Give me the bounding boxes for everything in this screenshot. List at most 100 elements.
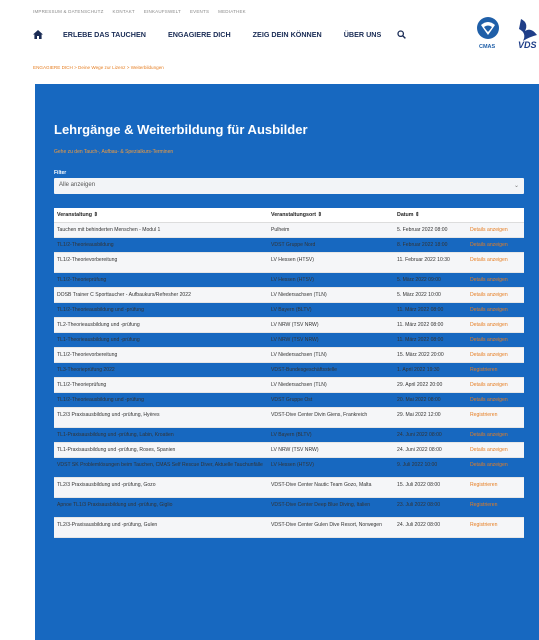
event-name: TL1/2-Theorieprüfung (57, 276, 107, 283)
event-name: TL1/2-Theorievorbereitung (57, 351, 118, 358)
event-date: 29. April 2022 20:00 (397, 381, 443, 388)
event-date: 15. März 2022 20:00 (397, 351, 444, 358)
filter-select[interactable]: Alle anzeigen ⌄ (54, 178, 524, 194)
vds-logo-text: VDS (518, 40, 537, 50)
course-dates-link[interactable]: Gehe zu den Tauch-, Aufbau- & Spezialkur… (54, 149, 173, 155)
cmas-logo-text: CMAS (479, 44, 496, 50)
site-header: IMPRESSUM & DATENSCHUTZ KONTAKT EINKAUFSWE… (0, 0, 539, 60)
details-link[interactable]: Registrieren (470, 367, 524, 375)
event-date: 11. März 2022 08:00 (397, 306, 444, 313)
column-header-location[interactable]: Veranstaltungsort ⇕ (271, 212, 322, 218)
breadcrumb[interactable]: ENGAGIERE DICH > Deine Wege zur Lizenz >… (33, 65, 164, 70)
search-icon[interactable] (397, 30, 407, 39)
event-name: VDST SK Problemlösungen beim Tauchen, CM… (57, 461, 263, 468)
table-row: TL3-Theorieprüfung 2022 VDST-Bundesgeschä… (54, 363, 524, 378)
event-location: LV Hessen (HTSV) (271, 461, 314, 468)
event-location: LV Niedersachsen (TLN) (271, 351, 327, 358)
nav-item[interactable]: ERLEBE DAS TAUCHEN (63, 30, 146, 39)
filter-selected-value: Alle anzeigen (59, 182, 96, 188)
table-row: TL2/3-Praxisausbildung und -prüfung, Gul… (54, 518, 524, 538)
event-location: VDST-Dive Center Nautic Team Gozo, Malta (271, 481, 372, 488)
details-link[interactable]: Registrieren (470, 502, 524, 510)
details-link[interactable]: Details anzeigen (470, 242, 524, 250)
event-location: LV Hessen (HTSV) (271, 256, 314, 263)
details-link[interactable]: Details anzeigen (470, 292, 524, 300)
event-date: 1. April 2022 19:30 (397, 366, 440, 373)
details-link[interactable]: Details anzeigen (470, 462, 524, 470)
event-date: 11. März 2022 08:00 (397, 336, 444, 343)
hero-section: Lehrgänge & Weiterbildung für Ausbilder … (35, 84, 539, 640)
details-link[interactable]: Details anzeigen (470, 322, 524, 330)
details-link[interactable]: Details anzeigen (470, 447, 524, 455)
event-location: LV NRW (TSV NRW) (271, 321, 319, 328)
table-row: Apnoe TL1/3 Praxisausbildung und -prüfun… (54, 498, 524, 518)
top-link[interactable]: EVENTS (190, 9, 209, 14)
top-links: IMPRESSUM & DATENSCHUTZ KONTAKT EINKAUFSWE… (33, 9, 246, 14)
table-row: VDST SK Problemlösungen beim Tauchen, CM… (54, 458, 524, 478)
top-link[interactable]: KONTAKT (113, 9, 135, 14)
event-name: TL1/2-Theorieausbildung und -prüfung (57, 306, 144, 313)
event-location: LV Hessen (HTSV) (271, 276, 314, 283)
column-header-event[interactable]: Veranstaltung ⇕ (57, 212, 98, 218)
event-date: 9. Juli 2022 10:00 (397, 461, 438, 468)
event-name: TL1-Praxisausbildung und -prüfung, Roses… (57, 446, 176, 453)
event-date: 11. März 2022 08:00 (397, 321, 444, 328)
event-name: TL1/2-Theorievorbereitung (57, 256, 118, 263)
event-date: 5. Februar 2022 08:00 (397, 226, 448, 233)
nav-item[interactable]: ÜBER UNS (344, 30, 382, 39)
event-date: 5. März 2022 09:00 (397, 276, 441, 283)
event-name: DOSB Trainer C Sporttaucher - Aufbaukurs… (57, 291, 191, 298)
home-icon[interactable] (33, 30, 43, 39)
filter-label: Filter (54, 170, 67, 176)
table-row: TL1/2-Theorieausbildung und -prüfung LV B… (54, 303, 524, 318)
event-location: VDST Gruppe Nord (271, 241, 316, 248)
event-location: VDST-Dive Center Gulen Dive Resort, Norw… (271, 521, 382, 528)
event-name: TL1-Praxisausbildung und -prüfung, Labin… (57, 431, 174, 438)
table-row: TL2/3 Praxisausbildung und -prüfung, Hyè… (54, 408, 524, 428)
details-link[interactable]: Details anzeigen (470, 307, 524, 315)
details-link[interactable]: Registrieren (470, 482, 524, 490)
table-row: TL1/2-Theorievorbereitung LV Hessen (HTSV… (54, 253, 524, 273)
table-row: TL1-Praxisausbildung und -prüfung, Labin… (54, 428, 524, 443)
event-name: TL2/3-Praxisausbildung und -prüfung, Gul… (57, 521, 158, 528)
top-link[interactable]: EINKAUFSWELT (144, 9, 181, 14)
top-link[interactable]: IMPRESSUM & DATENSCHUTZ (33, 9, 104, 14)
event-date: 24. Juni 2022 08:00 (397, 446, 442, 453)
details-link[interactable]: Registrieren (470, 522, 524, 530)
details-link[interactable]: Registrieren (470, 412, 524, 420)
event-location: Pulheim (271, 226, 290, 233)
details-link[interactable]: Details anzeigen (470, 227, 524, 235)
details-link[interactable]: Details anzeigen (470, 337, 524, 345)
event-location: LV Bayern (BLTV) (271, 306, 312, 313)
event-name: Apnoe TL1/3 Praxisausbildung und -prüfun… (57, 501, 173, 508)
event-name: TL1/2-Theorieprüfung (57, 381, 107, 388)
details-link[interactable]: Details anzeigen (470, 382, 524, 390)
table-row: Tauchen mit behinderten Menschen - Modul… (54, 223, 524, 238)
details-link[interactable]: Details anzeigen (470, 277, 524, 285)
event-date: 24. Juni 2022 08:00 (397, 431, 442, 438)
table-row: TL1-Praxisausbildung und -prüfung, Roses… (54, 443, 524, 458)
event-date: 24. Juli 2022 08:00 (397, 521, 441, 528)
table-row: TL1/2-Theorieprüfung LV Niedersachsen (TL… (54, 378, 524, 393)
details-link[interactable]: Details anzeigen (470, 432, 524, 440)
table-row: TL1/2-Theorieprüfung LV Hessen (HTSV) 5. M… (54, 273, 524, 288)
table-header: Veranstaltung ⇕ Veranstaltungsort ⇕ Datu… (54, 208, 524, 223)
table-row: TL1/2-Theorieausbildung und -prüfung VDST… (54, 393, 524, 408)
event-date: 8. Februar 2022 18:00 (397, 241, 448, 248)
top-link[interactable]: MEDIATHEK (218, 9, 246, 14)
details-link[interactable]: Details anzeigen (470, 397, 524, 405)
nav-item[interactable]: ENGAGIERE DICH (168, 30, 231, 39)
event-name: TL2/3 Praxisausbildung und -prüfung, Hyè… (57, 411, 160, 418)
event-name: Tauchen mit behinderten Menschen - Modul… (57, 226, 161, 233)
event-name: TL1/2-Theorieausbildung (57, 241, 114, 248)
event-location: VDST-Bundesgeschäftsstelle (271, 366, 337, 373)
nav-item[interactable]: ZEIG DEIN KÖNNEN (253, 30, 322, 39)
event-location: VDST Gruppe Ost (271, 396, 313, 403)
details-link[interactable]: Details anzeigen (470, 257, 524, 265)
event-date: 5. März 2022 10:00 (397, 291, 441, 298)
event-date: 15. Juli 2022 08:00 (397, 481, 441, 488)
table-row: TL1/2-Theorieausbildung VDST Gruppe Nord 8… (54, 238, 524, 253)
event-date: 23. Juli 2022 08:00 (397, 501, 441, 508)
details-link[interactable]: Details anzeigen (470, 352, 524, 360)
column-header-date[interactable]: Datum ⇕ (397, 212, 419, 218)
